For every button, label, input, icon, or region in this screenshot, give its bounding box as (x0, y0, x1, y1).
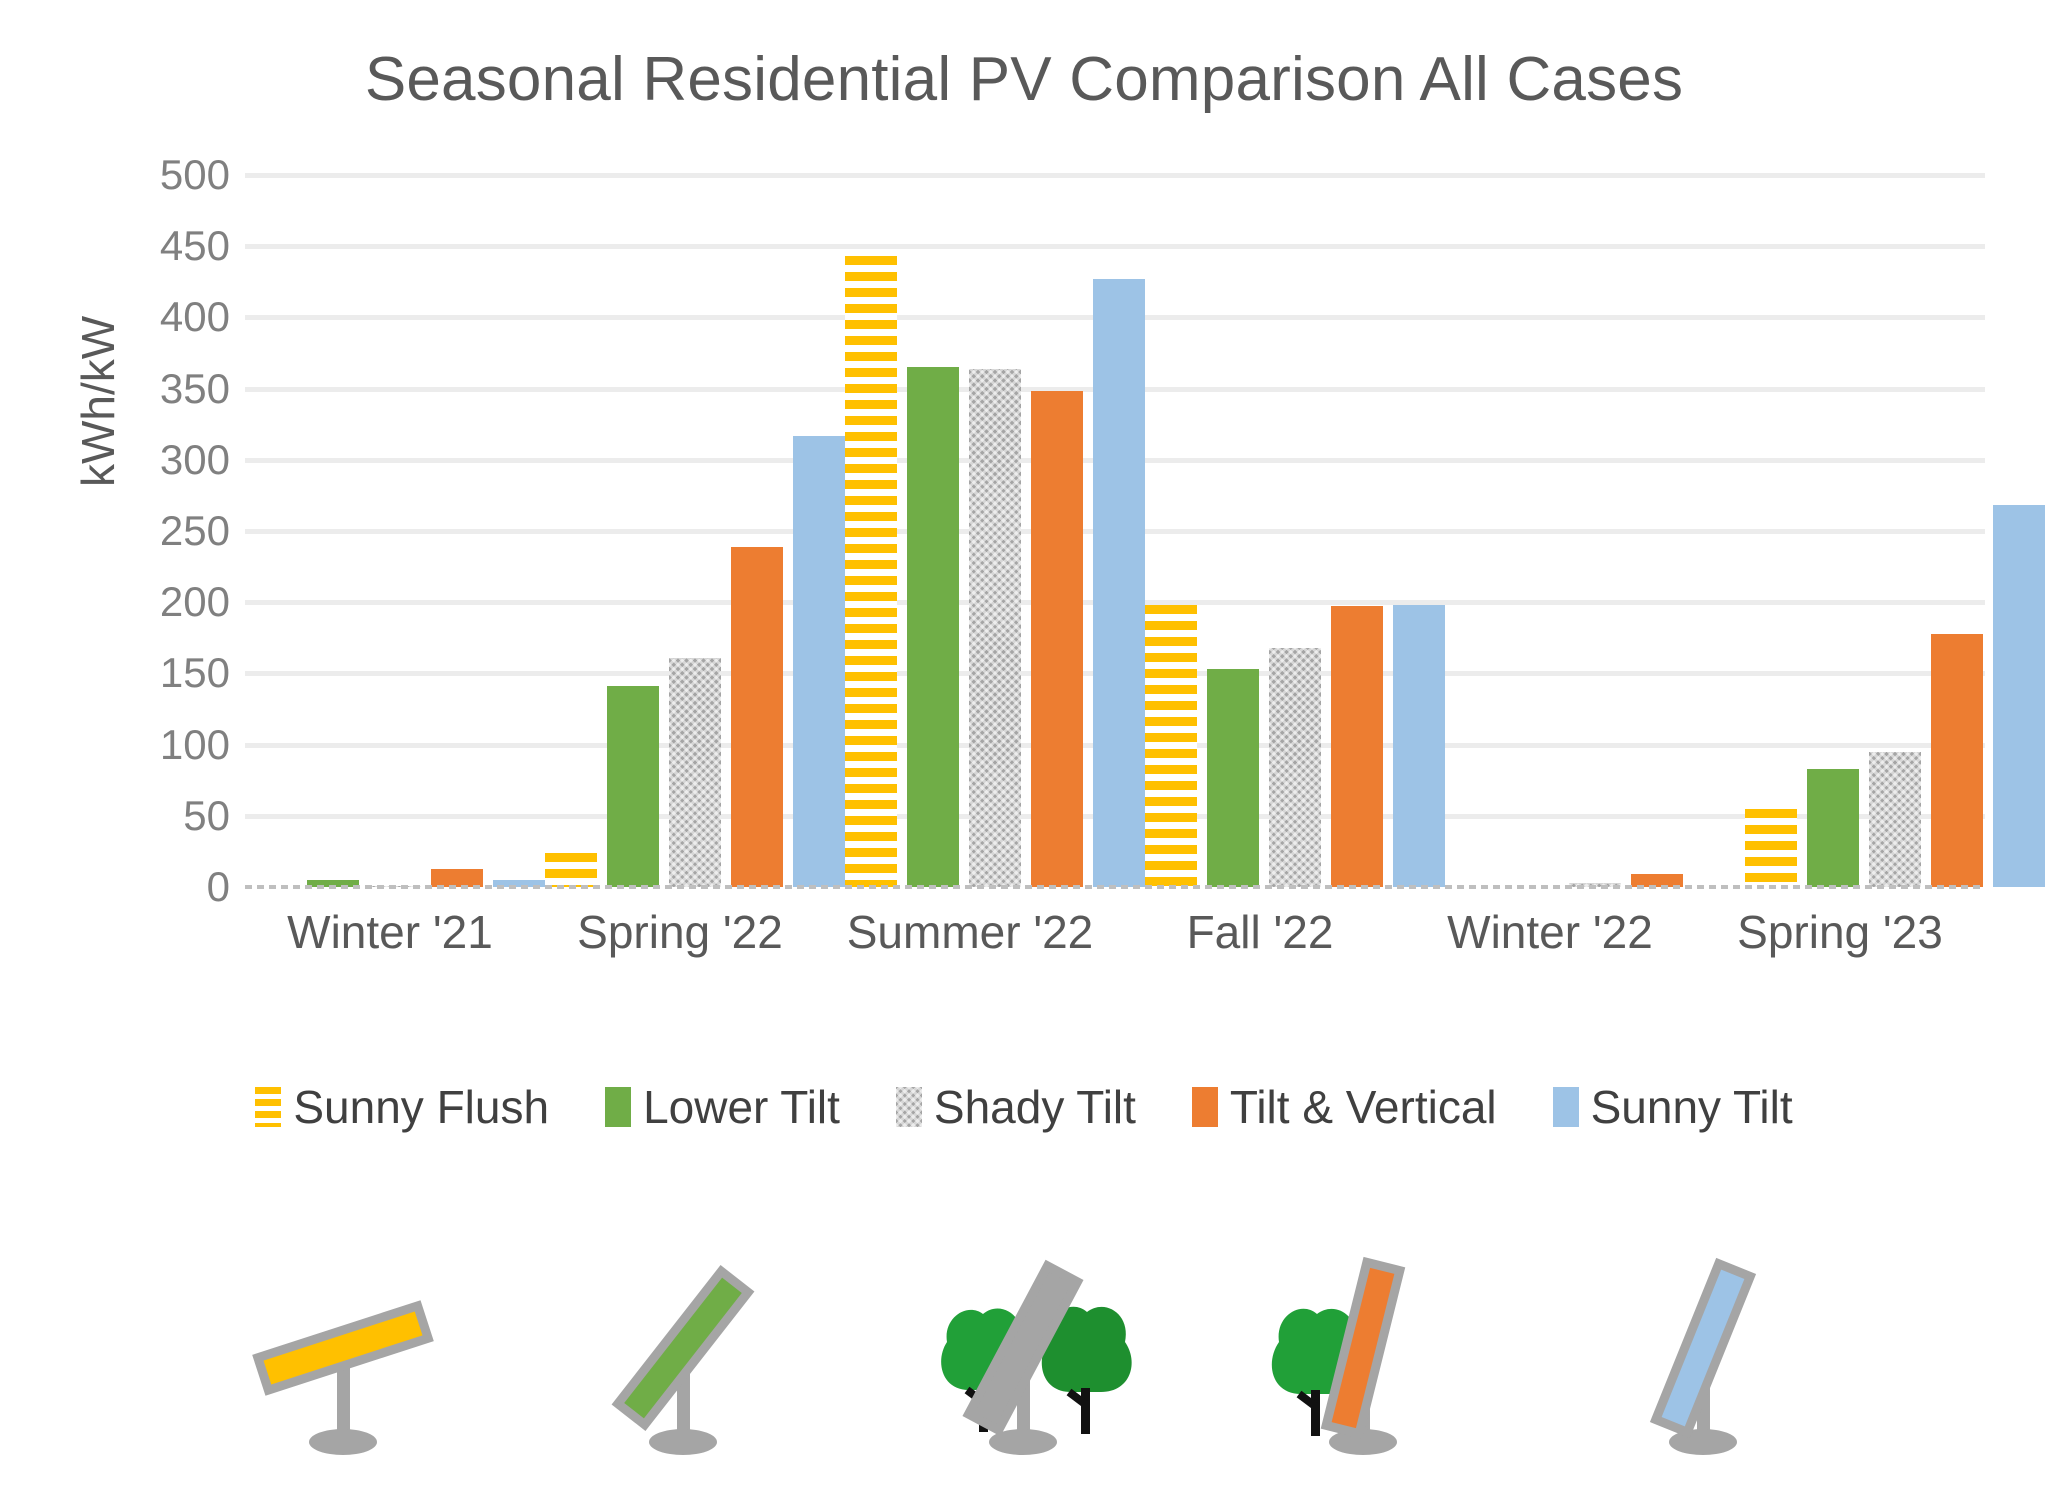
x-tick-label: Winter '22 (1447, 906, 1653, 958)
lower-tilt-panel-icon (559, 1240, 809, 1490)
illustration-row (0, 1200, 2048, 1490)
y-tick-label: 450 (159, 222, 230, 270)
bar-lower-tilt-fall-22[interactable] (1207, 669, 1259, 887)
bar-sunny-flush-spring-23[interactable] (1745, 808, 1797, 887)
bar-shady-tilt-summer-22[interactable] (969, 368, 1021, 887)
legend-swatch-icon (1552, 1087, 1579, 1127)
bar-sunny-flush-summer-22[interactable] (845, 256, 897, 887)
bar-shady-tilt-spring-22[interactable] (669, 657, 721, 887)
bar-lower-tilt-summer-22[interactable] (907, 367, 959, 887)
bar-lower-tilt-spring-22[interactable] (607, 686, 659, 887)
chart-legend: Sunny Flush Lower Tilt Shady Tilt Tilt & Ve… (0, 1080, 2048, 1134)
bar-group (1145, 175, 1445, 887)
legend-swatch-icon (895, 1087, 922, 1127)
legend-swatch-icon (605, 1087, 632, 1127)
bar-group (845, 175, 1145, 887)
y-tick-label: 350 (159, 364, 230, 412)
y-axis-ticks: 500 450 400 350 300 250 200 150 100 50 0 (130, 151, 240, 910)
bar-group (1745, 175, 2045, 887)
bar-shady-tilt-fall-22[interactable] (1269, 647, 1321, 887)
y-tick-label: 150 (159, 649, 230, 697)
shady-tilt-panel-icon (899, 1240, 1149, 1490)
bar-tilt-vertical-summer-22[interactable] (1031, 391, 1083, 887)
bar-sunny-tilt-spring-23[interactable] (1993, 505, 2045, 887)
y-tick-label: 250 (159, 507, 230, 554)
bar-sunny-tilt-spring-22[interactable] (793, 435, 845, 887)
sunny-tilt-panel-icon (1579, 1240, 1829, 1490)
bar-tilt-vertical-spring-23[interactable] (1931, 633, 1983, 887)
x-tick-label: Summer '22 (846, 906, 1094, 958)
y-tick-label: 500 (159, 151, 230, 198)
bar-shady-tilt-spring-23[interactable] (1869, 751, 1921, 887)
legend-label: Sunny Flush (293, 1081, 550, 1133)
y-tick-label: 300 (159, 435, 230, 483)
bar-group (545, 175, 845, 887)
x-axis-line (245, 885, 1985, 889)
legend-label: Shady Tilt (933, 1081, 1136, 1133)
x-tick-label: Spring '22 (577, 906, 783, 958)
chart-root: Seasonal Residential PV Comparison All C… (0, 0, 2048, 1494)
legend-item[interactable]: Tilt & Vertical (1191, 1080, 1497, 1134)
legend-item[interactable]: Sunny Tilt (1552, 1080, 1793, 1134)
x-axis-labels: Winter '21 Spring '22 Summer '22 Fall '22 Wi… (245, 905, 1985, 959)
y-tick-label: 200 (159, 578, 230, 626)
bar-sunny-tilt-summer-22[interactable] (1093, 278, 1145, 887)
tilt-and-vertical-panel-icon (1239, 1240, 1489, 1490)
x-tick-label: Spring '23 (1737, 906, 1943, 958)
y-tick-label: 100 (159, 720, 230, 768)
bar-group (245, 175, 545, 887)
bar-sunny-flush-fall-22[interactable] (1145, 605, 1197, 887)
bar-group (1445, 175, 1745, 887)
bar-sunny-flush-spring-22[interactable] (545, 852, 597, 887)
legend-label: Lower Tilt (643, 1081, 840, 1133)
legend-label: Sunny Tilt (1590, 1081, 1793, 1133)
bar-groups (245, 175, 2045, 887)
plot-area: kWh/kW 500 450 400 350 300 250 200 150 100 50 0 Wi… (0, 0, 2048, 1060)
bar-tilt-vertical-fall-22[interactable] (1331, 606, 1383, 887)
y-tick-label: 400 (159, 293, 230, 341)
legend-item[interactable]: Lower Tilt (605, 1080, 840, 1134)
bar-lower-tilt-spring-23[interactable] (1807, 768, 1859, 887)
y-axis-title: kWh/kW (72, 315, 124, 487)
y-tick-label: 0 (206, 863, 230, 910)
y-tick-label: 50 (183, 791, 230, 839)
legend-swatch-icon (255, 1087, 282, 1127)
x-tick-label: Winter '21 (287, 906, 493, 958)
bar-sunny-tilt-fall-22[interactable] (1393, 605, 1445, 887)
legend-label: Tilt & Vertical (1229, 1081, 1497, 1133)
x-tick-label: Fall '22 (1186, 906, 1334, 958)
bar-tilt-vertical-spring-22[interactable] (731, 546, 783, 887)
legend-swatch-icon (1191, 1087, 1218, 1127)
sunny-flush-panel-icon (219, 1240, 469, 1490)
legend-item[interactable]: Shady Tilt (895, 1080, 1136, 1134)
legend-item[interactable]: Sunny Flush (255, 1080, 549, 1134)
